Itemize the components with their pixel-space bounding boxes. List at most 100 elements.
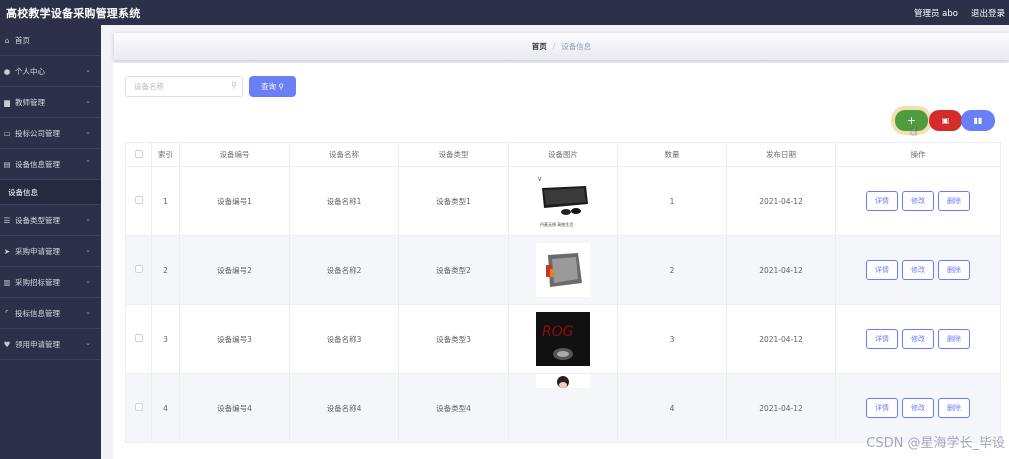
row-checkbox[interactable] [134, 403, 143, 411]
cell-date: 2021-04-12 [726, 235, 836, 305]
stats-button[interactable]: ▮▮ [961, 110, 995, 131]
cell-date: 2021-04-12 [726, 304, 836, 374]
column-header: 数量 [617, 142, 727, 167]
cell-actions: 详情 修改 删除 [835, 166, 1001, 236]
cell-index: 2 [151, 235, 180, 305]
send-icon: ➤ [3, 246, 11, 256]
detail-button[interactable]: 详情 [866, 191, 898, 211]
cell-type: 设备类型4 [398, 373, 509, 443]
detail-button[interactable]: 详情 [866, 329, 898, 349]
cell-actions: 详情 修改 删除 [835, 235, 1001, 305]
cell-code: 设备编号1 [179, 166, 290, 236]
edit-button[interactable]: 修改 [902, 260, 934, 280]
sidebar-item-label: 设备信息管理 [15, 159, 60, 169]
main-area: 首页 / 设备信息 设备名称 ⚲ 查询 ⚲ + ▣ ▮▮ ☝ 索引 设备编号 设… [101, 25, 1009, 459]
cell-type: 设备类型1 [398, 166, 509, 236]
watermark: CSDN @星海学长_毕设 [866, 436, 1005, 451]
delete-row-button[interactable]: 删除 [938, 329, 970, 349]
delete-row-button[interactable]: 删除 [938, 260, 970, 280]
keyboard-mouse-image: V 丹麦无线 高效生活 [536, 174, 590, 228]
sidebar-item-teacher[interactable]: ▆ 教师管理 ⌄ [0, 87, 101, 118]
search-input[interactable]: 设备名称 ⚲ [125, 76, 243, 97]
cell-image: ROG [508, 304, 618, 374]
table-row: 3 设备编号3 设备名称3 设备类型3 ROG 3 2021-04-12 详情 … [125, 304, 1001, 374]
row-checkbox[interactable] [134, 196, 143, 204]
edit-button[interactable]: 修改 [902, 191, 934, 211]
sidebar-item-label: 领用申请管理 [15, 339, 60, 349]
sidebar-item-device-info[interactable]: ▤ 设备信息管理 ⌃ [0, 149, 101, 180]
sidebar-item-purchase-request[interactable]: ➤ 采购申请管理 ⌄ [0, 236, 101, 267]
cell-type: 设备类型2 [398, 235, 509, 305]
cell-image [508, 235, 618, 305]
rog-logo-image: ROG [536, 312, 590, 366]
content-panel: 设备名称 ⚲ 查询 ⚲ + ▣ ▮▮ ☝ 索引 设备编号 设备名称 设备类型 设… [113, 63, 1009, 459]
table-header-row: 索引 设备编号 设备名称 设备类型 设备图片 数量 发布日期 操作 [125, 142, 1001, 167]
breadcrumb: 首页 / 设备信息 [114, 33, 1009, 60]
power-supply-image [536, 243, 590, 297]
hand-cursor-icon: ☝ [910, 124, 918, 138]
user-icon: ● [3, 66, 11, 76]
sidebar-item-label: 投标信息管理 [15, 308, 60, 318]
detail-button[interactable]: 详情 [866, 260, 898, 280]
sidebar-item-borrow-request[interactable]: ♥ 领用申请管理 ⌄ [0, 329, 101, 360]
column-header: 设备编号 [179, 142, 290, 167]
cell-image: V 丹麦无线 高效生活 [508, 166, 618, 236]
logout-link[interactable]: 退出登录 [971, 7, 1005, 19]
sidebar-item-tender[interactable]: ▥ 采购招标管理 ⌄ [0, 267, 101, 298]
breadcrumb-separator: / [552, 42, 556, 51]
delete-button[interactable]: ▣ [929, 110, 962, 131]
chevron-down-icon: ⌄ [85, 277, 91, 285]
bar-chart-icon: ▮▮ [973, 116, 983, 125]
search-button[interactable]: 查询 ⚲ [249, 76, 296, 97]
chevron-up-icon: ⌃ [85, 159, 91, 167]
sidebar-item-company[interactable]: ▭ 投标公司管理 ⌄ [0, 118, 101, 149]
cell-name: 设备名称2 [289, 235, 399, 305]
column-header: 设备名称 [289, 142, 399, 167]
cell-index: 4 [151, 373, 180, 443]
cell-index: 1 [151, 166, 180, 236]
sidebar-item-label: 投标公司管理 [15, 128, 60, 138]
svg-text:丹麦无线 高效生活: 丹麦无线 高效生活 [540, 221, 573, 227]
detail-button[interactable]: 详情 [866, 398, 898, 418]
cell-index: 3 [151, 304, 180, 374]
sidebar-item-label: 首页 [15, 35, 30, 45]
select-all-checkbox[interactable] [134, 149, 143, 158]
cell-date: 2021-04-12 [726, 166, 836, 236]
device-table: 索引 设备编号 设备名称 设备类型 设备图片 数量 发布日期 操作 1 设备编号… [125, 142, 1001, 443]
trash-icon: ▣ [941, 116, 950, 125]
cell-name: 设备名称3 [289, 304, 399, 374]
row-checkbox[interactable] [134, 334, 143, 342]
column-header: 索引 [151, 142, 180, 167]
submenu-item-device-info[interactable]: 设备信息 [0, 180, 101, 205]
select-all-cell[interactable] [125, 142, 152, 167]
column-header: 设备图片 [508, 142, 618, 167]
cell-qty: 2 [617, 235, 727, 305]
home-icon: ⌂ [4, 35, 10, 45]
partial-image [536, 374, 590, 388]
cell-code: 设备编号4 [179, 373, 290, 443]
user-label: 管理员 abo [913, 8, 958, 19]
company-icon: ▭ [3, 128, 11, 138]
heart-icon: ♥ [3, 339, 11, 349]
sidebar-item-personal-center[interactable]: ● 个人中心 ⌄ [0, 56, 101, 87]
breadcrumb-home[interactable]: 首页 [532, 41, 547, 52]
edit-button[interactable]: 修改 [902, 398, 934, 418]
chevron-down-icon: ⌄ [85, 128, 91, 136]
chevron-down-icon: ⌄ [85, 246, 91, 254]
delete-row-button[interactable]: 删除 [938, 191, 970, 211]
cell-code: 设备编号3 [179, 304, 290, 374]
list-icon: ☰ [3, 215, 11, 225]
row-checkbox[interactable] [134, 265, 143, 273]
chevron-down-icon: ⌄ [85, 66, 91, 74]
cell-date: 2021-04-12 [726, 373, 836, 443]
cell-name: 设备名称1 [289, 166, 399, 236]
sidebar-item-bid-info[interactable]: ⌜ 投标信息管理 ⌄ [0, 298, 101, 329]
edit-button[interactable]: 修改 [902, 329, 934, 349]
sidebar-item-device-type[interactable]: ☰ 设备类型管理 ⌄ [0, 205, 101, 236]
sidebar-item-home[interactable]: ⌂ 首页 [0, 25, 101, 56]
teacher-icon: ▆ [4, 97, 10, 107]
sidebar-item-label: 教师管理 [15, 97, 45, 107]
column-header: 设备类型 [398, 142, 509, 167]
delete-row-button[interactable]: 删除 [938, 398, 970, 418]
sidebar-item-label: 采购申请管理 [15, 246, 60, 256]
